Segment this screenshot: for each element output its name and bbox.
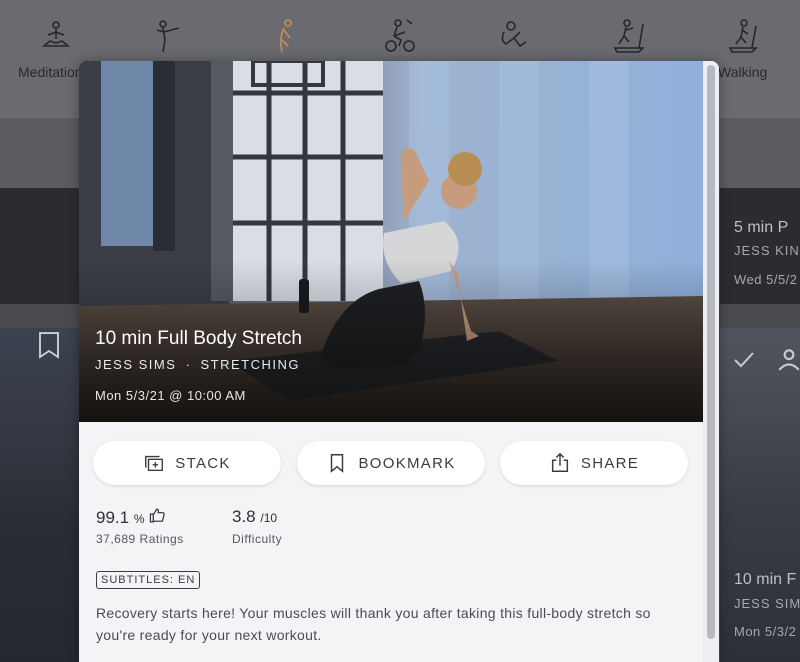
stack-label: STACK (175, 454, 231, 472)
category-meditation[interactable] (11, 16, 101, 56)
stretching-icon (280, 19, 292, 53)
meditation-icon (41, 21, 71, 47)
ratings-count: 37,689 Ratings (96, 532, 184, 546)
rating-unit: % (133, 512, 145, 526)
bg-card-instructor: JESS SIMS (734, 596, 800, 611)
bookmark-icon[interactable] (34, 328, 64, 362)
difficulty-number: 3.8 (232, 507, 256, 526)
class-details-modal: 10 min Full Body Stretch JESS SIMS · STR… (79, 61, 719, 662)
instructor-name[interactable]: JESS SIMS (95, 357, 176, 372)
difficulty-unit: /10 (260, 511, 278, 525)
treadmill-icon (613, 19, 645, 53)
subtitles-badge: SUBTITLES: EN (96, 571, 201, 589)
background-class-card[interactable] (720, 328, 800, 662)
meta-separator: · (185, 357, 192, 372)
bg-card-instructor: JESS KING (734, 243, 800, 258)
class-title: 10 min Full Body Stretch (95, 328, 302, 349)
stack-button[interactable]: STACK (93, 441, 281, 485)
cycling-icon (385, 19, 415, 52)
checkmark-icon (734, 352, 754, 368)
category-strength[interactable] (124, 16, 214, 56)
rating-number: 99.1 (96, 508, 130, 527)
bg-card-title: 5 min P (734, 219, 789, 236)
category-walking-label: Walking (718, 64, 768, 80)
background-class-card[interactable] (0, 328, 80, 662)
background-class-card[interactable] (0, 188, 80, 304)
category-cycling[interactable] (354, 16, 444, 56)
stack-add-icon (145, 455, 164, 472)
bookmark-icon (331, 454, 344, 473)
category-stretching[interactable] (239, 16, 329, 56)
thumbs-up-icon (150, 508, 165, 523)
category-walking[interactable] (697, 16, 787, 56)
share-label: SHARE (580, 454, 640, 472)
discipline-label: STRETCHING (200, 357, 301, 372)
share-icon (551, 452, 568, 472)
walking-icon (728, 19, 758, 53)
class-hero-image: 10 min Full Body Stretch JESS SIMS · STR… (79, 61, 703, 422)
strength-icon (156, 20, 180, 53)
class-description: Recovery starts here! Your muscles will … (96, 605, 651, 643)
scrollbar-thumb[interactable] (707, 65, 715, 639)
class-meta: JESS SIMS · STRETCHING (95, 357, 300, 372)
difficulty-label: Difficulty (232, 532, 283, 546)
modal-scrollbar[interactable] (703, 61, 719, 662)
class-date: Mon 5/3/21 @ 10:00 AM (95, 388, 246, 403)
bg-card-date: Wed 5/5/2 (734, 272, 798, 287)
share-button[interactable]: SHARE (500, 441, 688, 485)
bookmark-button[interactable]: BOOKMARK (297, 441, 485, 485)
rating-value: 99.1 % (96, 507, 166, 528)
category-cardio[interactable] (469, 16, 559, 56)
bg-card-title: 10 min F (734, 571, 797, 588)
difficulty-value: 3.8 /10 (232, 507, 277, 527)
bookmark-label: BOOKMARK (358, 454, 456, 472)
bg-card-date: Mon 5/3/2 (734, 624, 797, 639)
category-meditation-label: Meditation (18, 64, 83, 80)
category-treadmill[interactable] (584, 16, 674, 56)
user-icon (778, 349, 800, 371)
cardio-icon (501, 21, 527, 48)
